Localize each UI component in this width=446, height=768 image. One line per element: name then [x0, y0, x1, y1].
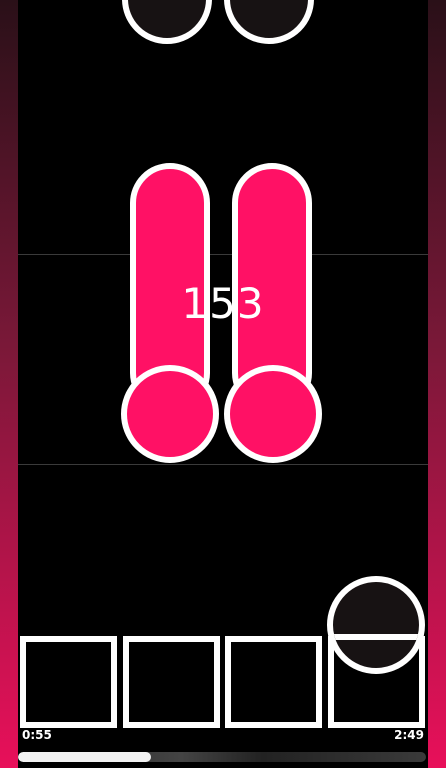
combo-counter: 153	[181, 279, 265, 328]
elapsed-time: 0:55	[22, 728, 52, 742]
receptor-lane-3[interactable]	[225, 636, 322, 728]
hold-note-head-lane-3[interactable]	[224, 365, 322, 463]
total-time: 2:49	[394, 728, 424, 742]
song-progress-fill	[18, 752, 151, 762]
song-progress-bar[interactable]	[18, 752, 426, 762]
left-side-glow	[0, 0, 18, 768]
lane-divider-line	[18, 254, 428, 255]
tap-note-lane-4[interactable]	[327, 576, 425, 674]
receptor-lane-1[interactable]	[20, 636, 117, 728]
receptor-lane-2[interactable]	[123, 636, 220, 728]
note-hit-line	[333, 634, 419, 640]
right-side-glow	[428, 0, 446, 768]
hold-note-head-lane-2[interactable]	[121, 365, 219, 463]
lane-divider-line	[18, 464, 428, 465]
game-stage: 153 0:55 2:49	[0, 0, 446, 768]
